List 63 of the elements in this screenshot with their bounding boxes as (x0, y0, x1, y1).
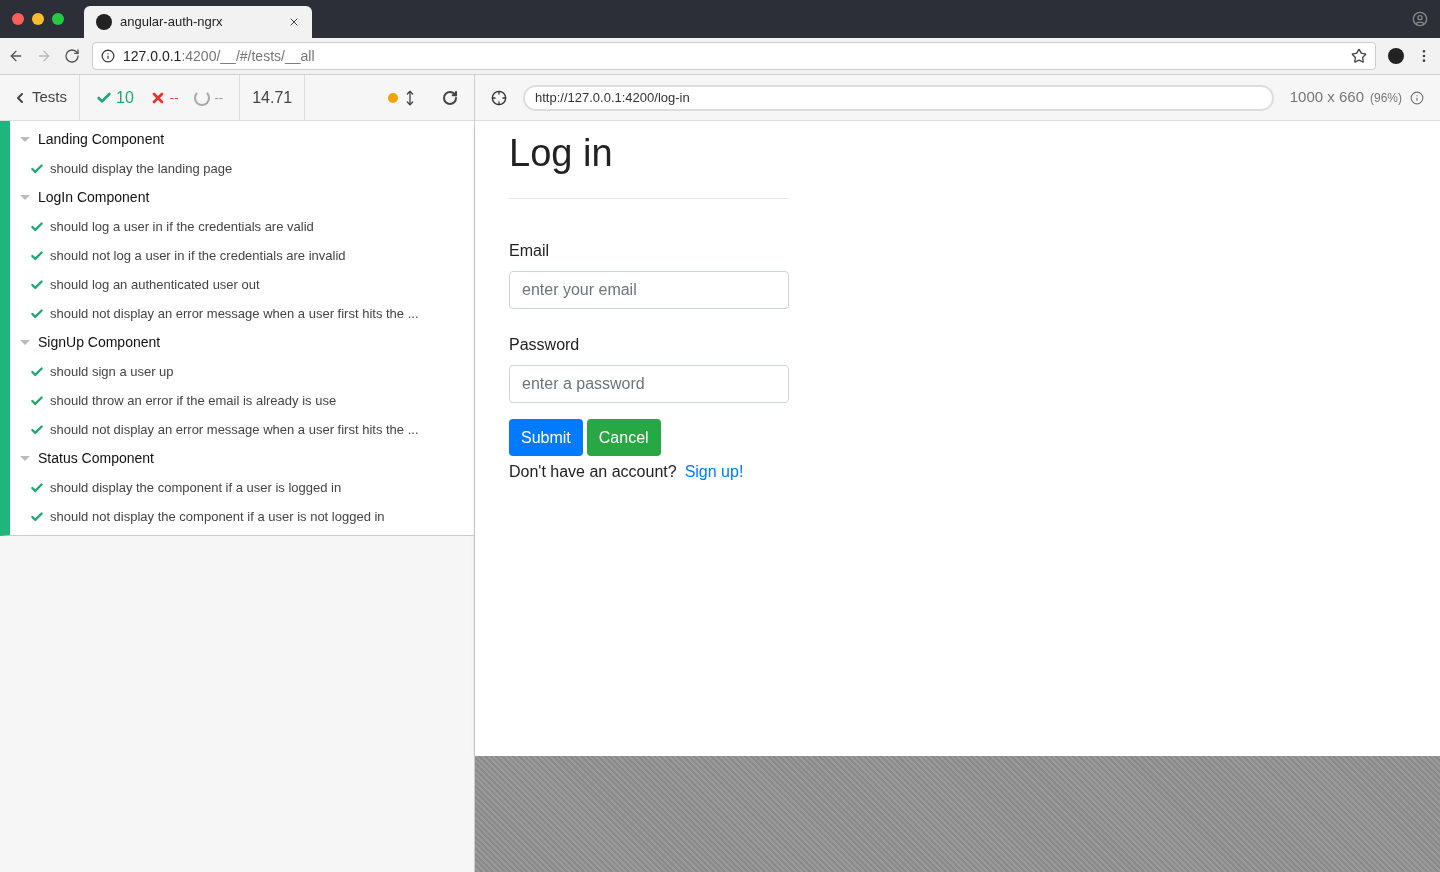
suite-title: Landing Component (38, 130, 165, 149)
test-title: should log a user in if the credentials are valid (50, 217, 314, 236)
suite-row[interactable]: LogIn Component (10, 183, 474, 212)
test-row[interactable]: should display the component if a user is logged in (10, 473, 474, 502)
test-row[interactable]: should not display an error message when a user first hits the ... (10, 299, 474, 328)
pending-count: -- (194, 87, 224, 108)
suite-row[interactable]: SignUp Component (10, 328, 474, 357)
test-title: should display the component if a user is logged in (50, 478, 342, 497)
address-field[interactable]: 127.0.0.1:4200/__/#/tests/__all (92, 42, 1376, 70)
rerun-icon[interactable] (442, 89, 458, 106)
caret-icon (20, 456, 30, 461)
signup-prompt: Don't have an account? (509, 462, 677, 482)
test-title: should not log a user in if the credentials are invalid (50, 246, 346, 265)
info-icon (101, 49, 115, 63)
tests-back-button[interactable]: Tests (0, 75, 80, 120)
test-title: should not display the component if a user is not logged in (50, 507, 385, 526)
suite-row[interactable]: Status Component (10, 444, 474, 473)
test-row[interactable]: should log an authenticated user out (10, 270, 474, 299)
field-label: Password (509, 335, 581, 355)
test-row[interactable]: should sign a user up (10, 357, 474, 386)
test-row[interactable]: should not display the component if a user is not logged in (10, 502, 474, 531)
failed-count: -- (149, 87, 179, 108)
scale-text: (96%) (1370, 89, 1402, 107)
caret-icon (20, 340, 30, 345)
test-title: should sign a user up (50, 362, 174, 381)
logo-icon (96, 14, 112, 30)
text-field[interactable]: enter your email (509, 271, 789, 309)
passed-count: 10 (96, 85, 134, 110)
reload-icon[interactable] (64, 48, 80, 64)
text-field[interactable]: enter a password (509, 365, 789, 403)
test-row[interactable]: should log a user in if the credentials are valid (10, 212, 474, 241)
test-row[interactable]: should not display an error message when a user first hits the ... (10, 415, 474, 444)
bookmark-star-icon[interactable] (1351, 48, 1367, 64)
app-url-field[interactable]: http://127.0.0.1:4200/log-in (523, 84, 1274, 111)
caret-icon (20, 195, 30, 200)
extension-icon[interactable] (1388, 48, 1404, 64)
caret-icon (20, 137, 30, 142)
suite-row[interactable]: Landing Component (10, 125, 474, 154)
duration-text: 14.71 (240, 75, 306, 120)
test-row[interactable]: should throw an error if the email is already is use (10, 386, 474, 415)
suite-title: Status Component (38, 449, 154, 468)
page-heading: Log in (509, 125, 789, 199)
viewport-size: 1000 x 660 (1289, 87, 1364, 108)
close-icon[interactable] (288, 16, 300, 28)
test-title: should not display an error message when a user first hits the ... (50, 304, 419, 323)
tab-title: angular-auth-ngrx (120, 13, 224, 32)
test-title: should display the landing page (50, 159, 233, 178)
signup-link[interactable]: Sign up! (684, 460, 744, 484)
field-label: Email (509, 241, 550, 261)
form-button[interactable]: Submit (509, 419, 583, 456)
test-row[interactable]: should not log a user in if the credentials are invalid (10, 241, 474, 270)
test-title: should not display an error message when a user first hits the ... (50, 420, 419, 439)
test-title: should log an authenticated user out (50, 275, 260, 294)
test-row[interactable]: should display the landing page (10, 154, 474, 183)
browser-tab[interactable]: angular-auth-ngrx (84, 6, 312, 38)
selector-crosshair-icon[interactable] (491, 89, 507, 106)
info-icon[interactable] (1410, 90, 1424, 105)
suite-title: LogIn Component (38, 188, 150, 207)
profile-icon[interactable] (1412, 11, 1428, 27)
suite-title: SignUp Component (38, 333, 161, 352)
url-text: 127.0.0.1:4200/__/#/tests/__all (123, 46, 316, 66)
test-title: should throw an error if the email is already is use (50, 391, 337, 410)
back-icon[interactable] (8, 48, 24, 64)
